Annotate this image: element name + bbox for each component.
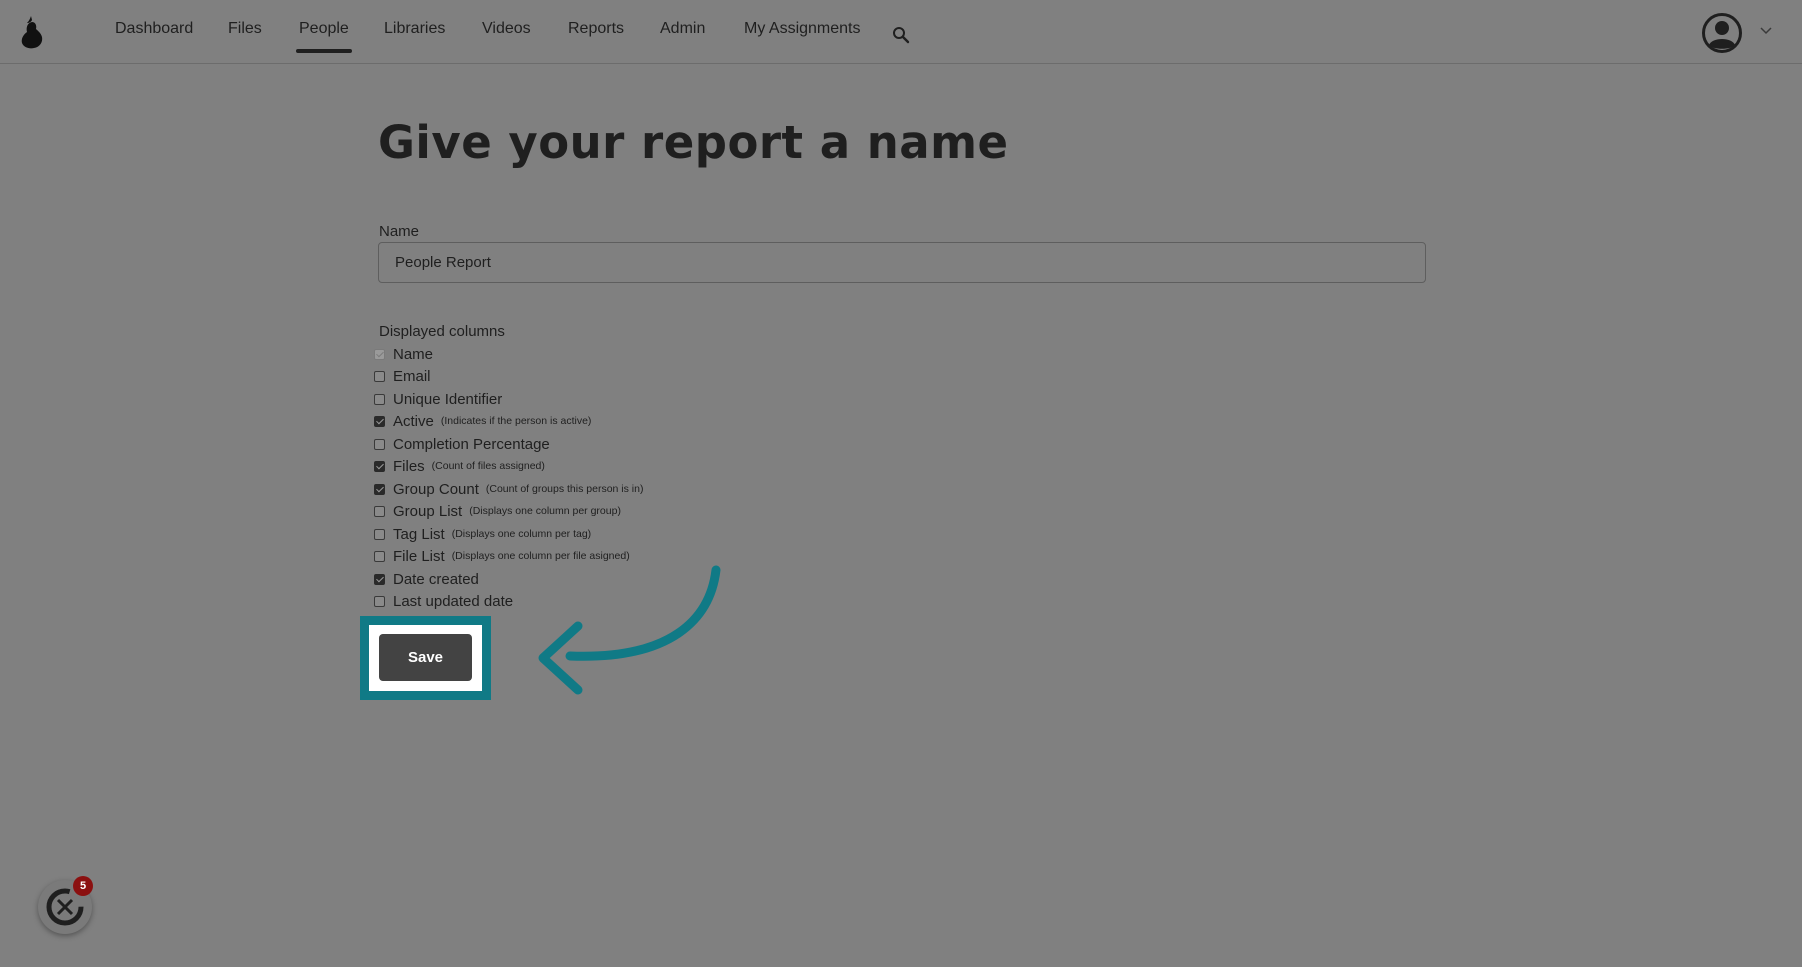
column-option-group-list[interactable]: Group List (Displays one column per grou…: [374, 501, 621, 521]
column-option-label: Last updated date: [393, 592, 514, 610]
page-title: Give your report a name: [378, 116, 1009, 169]
nav-item-reports[interactable]: Reports: [568, 20, 624, 38]
page: Dashboard Files People Libraries Videos …: [0, 0, 1802, 967]
column-option-email[interactable]: Email: [374, 366, 431, 386]
column-option-active[interactable]: Active (Indicates if the person is activ…: [374, 411, 591, 431]
nav-item-my-assignments[interactable]: My Assignments: [744, 20, 860, 38]
user-avatar-icon[interactable]: [1702, 13, 1742, 53]
checkbox[interactable]: [374, 595, 385, 607]
column-option-group-count[interactable]: Group Count (Count of groups this person…: [374, 479, 643, 499]
chevron-down-icon[interactable]: [1760, 27, 1772, 35]
column-option-label: Group List: [393, 502, 463, 520]
tutorial-arrow-icon: [538, 565, 721, 695]
nav-item-videos[interactable]: Videos: [482, 20, 531, 38]
report-name-input[interactable]: [378, 242, 1426, 283]
column-option-hint: (Count of groups this person is in): [485, 483, 644, 495]
column-option-label: Completion Percentage: [393, 435, 550, 453]
column-option-label: Tag List: [393, 525, 445, 543]
displayed-columns-label: Displayed columns: [379, 323, 505, 340]
checkbox[interactable]: [374, 438, 385, 450]
name-field-label: Name: [379, 223, 420, 240]
search-icon[interactable]: [892, 26, 910, 44]
nav-item-dashboard[interactable]: Dashboard: [115, 20, 193, 38]
checkbox[interactable]: [374, 460, 385, 472]
column-option-hint: (Indicates if the person is active): [440, 415, 592, 427]
top-navigation-bar: Dashboard Files People Libraries Videos …: [0, 0, 1802, 64]
column-option-tag-list[interactable]: Tag List (Displays one column per tag): [374, 524, 591, 544]
checkbox[interactable]: [374, 550, 385, 562]
column-option-last-updated-date[interactable]: Last updated date: [374, 591, 513, 611]
column-option-label: Group Count: [393, 480, 479, 498]
pear-logo-icon[interactable]: [18, 14, 46, 50]
nav-item-files[interactable]: Files: [228, 20, 262, 38]
column-option-label: Files: [393, 457, 425, 475]
save-button[interactable]: Save: [379, 634, 472, 681]
column-option-name[interactable]: Name: [374, 344, 433, 364]
column-option-date-created[interactable]: Date created: [374, 569, 479, 589]
checkbox[interactable]: [374, 528, 385, 540]
checkbox[interactable]: [374, 370, 385, 382]
nav-item-admin[interactable]: Admin: [660, 20, 705, 38]
column-option-label: Unique Identifier: [393, 390, 503, 408]
column-option-label: Active: [393, 412, 434, 430]
checkbox[interactable]: [374, 505, 385, 517]
checkbox[interactable]: [374, 393, 385, 405]
checkbox[interactable]: [374, 483, 385, 495]
column-option-hint: (Displays one column per tag): [451, 528, 592, 540]
checkbox[interactable]: [374, 415, 385, 427]
column-option-unique-identifier[interactable]: Unique Identifier: [374, 389, 502, 409]
column-option-hint: (Count of files assigned): [431, 460, 545, 472]
column-option-label: Email: [393, 367, 431, 385]
notification-badge: 5: [73, 876, 93, 896]
nav-item-libraries[interactable]: Libraries: [384, 20, 445, 38]
column-option-completion-percentage[interactable]: Completion Percentage: [374, 434, 550, 454]
column-option-files[interactable]: Files (Count of files assigned): [374, 456, 545, 476]
column-option-label: File List: [393, 547, 445, 565]
column-option-hint: (Displays one column per group): [469, 505, 621, 517]
column-option-label: Date created: [393, 570, 479, 588]
column-option-label: Name: [393, 345, 434, 363]
checkbox[interactable]: [374, 573, 385, 585]
checkbox[interactable]: [374, 348, 385, 360]
nav-item-people[interactable]: People: [296, 20, 352, 53]
